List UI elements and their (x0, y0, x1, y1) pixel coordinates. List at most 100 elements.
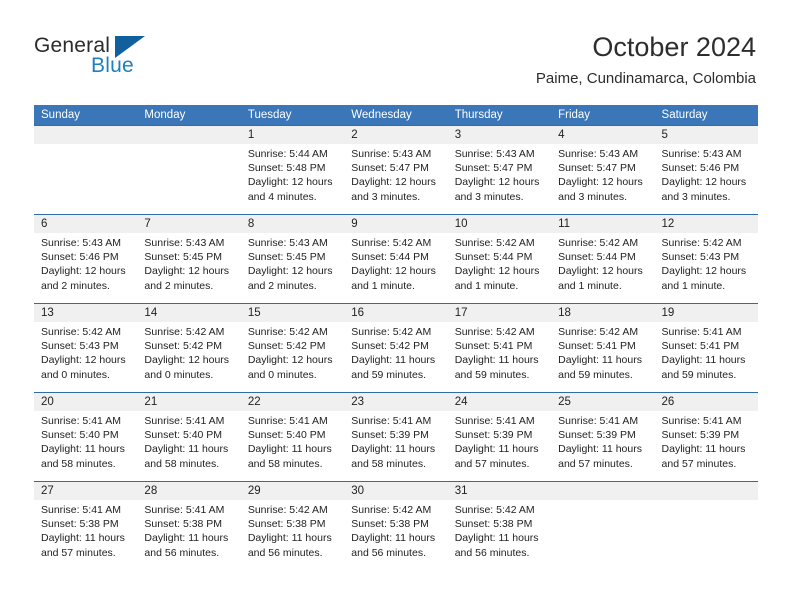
daylight-line1: Daylight: 11 hours (558, 443, 642, 456)
weekday-tuesday: Tuesday (247, 109, 292, 121)
day-cell[interactable]: 25 Sunrise: 5:41 AM Sunset: 5:39 PM Dayl… (551, 393, 655, 481)
day-number: 6 (34, 215, 138, 233)
sunrise-text: Sunrise: 5:41 AM (558, 415, 639, 427)
sunset-text: Sunset: 5:38 PM (41, 518, 119, 531)
day-cell[interactable]: 1 Sunrise: 5:44 AM Sunset: 5:48 PM Dayli… (240, 126, 345, 214)
day-details: Sunrise: 5:43 AM Sunset: 5:46 PM Dayligh… (655, 144, 758, 204)
day-cell[interactable]: 3 Sunrise: 5:43 AM Sunset: 5:47 PM Dayli… (447, 126, 552, 214)
sunset-text: Sunset: 5:45 PM (144, 251, 223, 264)
day-cell[interactable]: 11 Sunrise: 5:42 AM Sunset: 5:44 PM Dayl… (551, 215, 655, 303)
daylight-line2: and 59 minutes. (351, 368, 426, 381)
week-row: 27 Sunrise: 5:41 AM Sunset: 5:38 PM Dayl… (34, 481, 758, 570)
day-cell[interactable]: 28 Sunrise: 5:41 AM Sunset: 5:38 PM Dayl… (137, 482, 241, 570)
day-cell[interactable]: 9 Sunrise: 5:42 AM Sunset: 5:44 PM Dayli… (344, 215, 448, 303)
day-number (654, 482, 758, 500)
page-header: General Blue October 2024 Paime, Cundina… (0, 0, 792, 100)
day-cell[interactable]: 17 Sunrise: 5:42 AM Sunset: 5:41 PM Dayl… (447, 304, 552, 392)
day-cell[interactable]: 15 Sunrise: 5:42 AM Sunset: 5:42 PM Dayl… (240, 304, 345, 392)
day-details: Sunrise: 5:41 AM Sunset: 5:39 PM Dayligh… (551, 411, 654, 471)
day-number: 11 (551, 215, 655, 233)
day-cell[interactable]: 24 Sunrise: 5:41 AM Sunset: 5:39 PM Dayl… (447, 393, 552, 481)
sunset-text: Sunset: 5:44 PM (454, 251, 533, 264)
day-cell[interactable]: 22 Sunrise: 5:41 AM Sunset: 5:40 PM Dayl… (240, 393, 345, 481)
day-cell[interactable]: 5 Sunrise: 5:43 AM Sunset: 5:46 PM Dayli… (654, 126, 758, 214)
sunrise-text: Sunrise: 5:41 AM (661, 415, 742, 427)
day-cell[interactable]: 20 Sunrise: 5:41 AM Sunset: 5:40 PM Dayl… (34, 393, 138, 481)
daylight-line2: and 2 minutes. (247, 279, 317, 292)
day-cell[interactable]: 29 Sunrise: 5:42 AM Sunset: 5:38 PM Dayl… (240, 482, 345, 570)
day-cell[interactable]: 31 Sunrise: 5:42 AM Sunset: 5:38 PM Dayl… (447, 482, 552, 570)
daylight-line2: and 56 minutes. (144, 546, 220, 559)
day-number: 2 (344, 126, 448, 144)
weekday-header-row: Sunday Monday Tuesday Wednesday Thursday… (34, 105, 758, 125)
day-number: 25 (551, 393, 655, 411)
calendar-grid: Sunday Monday Tuesday Wednesday Thursday… (34, 105, 758, 570)
day-details: Sunrise: 5:42 AM Sunset: 5:38 PM Dayligh… (448, 500, 551, 560)
sunset-text: Sunset: 5:42 PM (351, 340, 429, 353)
daylight-line2: and 1 minute. (661, 279, 726, 292)
sunrise-text: Sunrise: 5:43 AM (661, 148, 742, 160)
day-number: 8 (240, 215, 345, 233)
day-cell[interactable]: 2 Sunrise: 5:43 AM Sunset: 5:47 PM Dayli… (344, 126, 448, 214)
day-cell[interactable]: 12 Sunrise: 5:42 AM Sunset: 5:43 PM Dayl… (654, 215, 758, 303)
day-cell[interactable]: 23 Sunrise: 5:41 AM Sunset: 5:39 PM Dayl… (344, 393, 448, 481)
sunset-text: Sunset: 5:44 PM (351, 251, 429, 264)
sunrise-text: Sunrise: 5:43 AM (247, 237, 328, 249)
day-number: 23 (344, 393, 448, 411)
sunset-text: Sunset: 5:46 PM (661, 162, 740, 175)
day-cell[interactable]: 14 Sunrise: 5:42 AM Sunset: 5:42 PM Dayl… (137, 304, 241, 392)
daylight-line2: and 57 minutes. (558, 457, 633, 470)
day-cell[interactable]: 21 Sunrise: 5:41 AM Sunset: 5:40 PM Dayl… (137, 393, 241, 481)
day-number: 5 (654, 126, 758, 144)
sunrise-text: Sunrise: 5:42 AM (351, 237, 432, 249)
day-cell[interactable]: 19 Sunrise: 5:41 AM Sunset: 5:41 PM Dayl… (654, 304, 758, 392)
day-cell[interactable]: 8 Sunrise: 5:43 AM Sunset: 5:45 PM Dayli… (240, 215, 345, 303)
daylight-line1: Daylight: 12 hours (351, 176, 436, 189)
sunrise-text: Sunrise: 5:43 AM (454, 148, 535, 160)
daylight-line1: Daylight: 11 hours (351, 354, 436, 367)
daylight-line1: Daylight: 12 hours (247, 265, 333, 278)
day-cell[interactable]: 10 Sunrise: 5:42 AM Sunset: 5:44 PM Dayl… (447, 215, 552, 303)
day-cell[interactable]: 13 Sunrise: 5:42 AM Sunset: 5:43 PM Dayl… (34, 304, 138, 392)
day-cell[interactable]: 27 Sunrise: 5:41 AM Sunset: 5:38 PM Dayl… (34, 482, 138, 570)
day-cell[interactable]: 4 Sunrise: 5:43 AM Sunset: 5:47 PM Dayli… (551, 126, 655, 214)
day-cell[interactable] (551, 482, 655, 570)
day-cell[interactable]: 16 Sunrise: 5:42 AM Sunset: 5:42 PM Dayl… (344, 304, 448, 392)
daylight-line2: and 59 minutes. (454, 368, 530, 381)
day-details: Sunrise: 5:42 AM Sunset: 5:42 PM Dayligh… (344, 322, 447, 382)
day-number: 12 (654, 215, 758, 233)
day-cell[interactable]: 6 Sunrise: 5:43 AM Sunset: 5:46 PM Dayli… (34, 215, 138, 303)
sunset-text: Sunset: 5:38 PM (351, 518, 429, 531)
week-row: 13 Sunrise: 5:42 AM Sunset: 5:43 PM Dayl… (34, 303, 758, 392)
day-cell[interactable]: 26 Sunrise: 5:41 AM Sunset: 5:39 PM Dayl… (654, 393, 758, 481)
logo-text-blue: Blue (91, 54, 134, 77)
day-number: 1 (240, 126, 345, 144)
day-cell[interactable] (137, 126, 241, 214)
day-cell[interactable]: 30 Sunrise: 5:42 AM Sunset: 5:38 PM Dayl… (344, 482, 448, 570)
day-number: 7 (137, 215, 241, 233)
day-details: Sunrise: 5:43 AM Sunset: 5:46 PM Dayligh… (34, 233, 137, 293)
daylight-line1: Daylight: 12 hours (144, 265, 230, 278)
day-details: Sunrise: 5:42 AM Sunset: 5:44 PM Dayligh… (344, 233, 447, 293)
day-details: Sunrise: 5:41 AM Sunset: 5:40 PM Dayligh… (137, 411, 240, 471)
day-details: Sunrise: 5:42 AM Sunset: 5:44 PM Dayligh… (448, 233, 551, 293)
daylight-line1: Daylight: 12 hours (454, 176, 540, 189)
day-details: Sunrise: 5:42 AM Sunset: 5:43 PM Dayligh… (655, 233, 758, 293)
day-details: Sunrise: 5:42 AM Sunset: 5:44 PM Dayligh… (551, 233, 654, 293)
day-cell[interactable] (34, 126, 138, 214)
day-cell[interactable]: 7 Sunrise: 5:43 AM Sunset: 5:45 PM Dayli… (137, 215, 241, 303)
week-row: 1 Sunrise: 5:44 AM Sunset: 5:48 PM Dayli… (34, 125, 758, 214)
daylight-line2: and 56 minutes. (351, 546, 426, 559)
day-number: 31 (447, 482, 552, 500)
sunrise-text: Sunrise: 5:42 AM (454, 326, 535, 338)
sunrise-text: Sunrise: 5:41 AM (247, 415, 328, 427)
calendar-page: General Blue October 2024 Paime, Cundina… (0, 0, 792, 612)
sunset-text: Sunset: 5:39 PM (558, 429, 636, 442)
page-subtitle: Paime, Cundinamarca, Colombia (535, 70, 756, 87)
day-number: 10 (447, 215, 552, 233)
daylight-line2: and 58 minutes. (144, 457, 220, 470)
day-cell[interactable]: 18 Sunrise: 5:42 AM Sunset: 5:41 PM Dayl… (551, 304, 655, 392)
day-details: Sunrise: 5:41 AM Sunset: 5:40 PM Dayligh… (241, 411, 344, 471)
sunset-text: Sunset: 5:39 PM (454, 429, 533, 442)
day-cell[interactable] (654, 482, 758, 570)
